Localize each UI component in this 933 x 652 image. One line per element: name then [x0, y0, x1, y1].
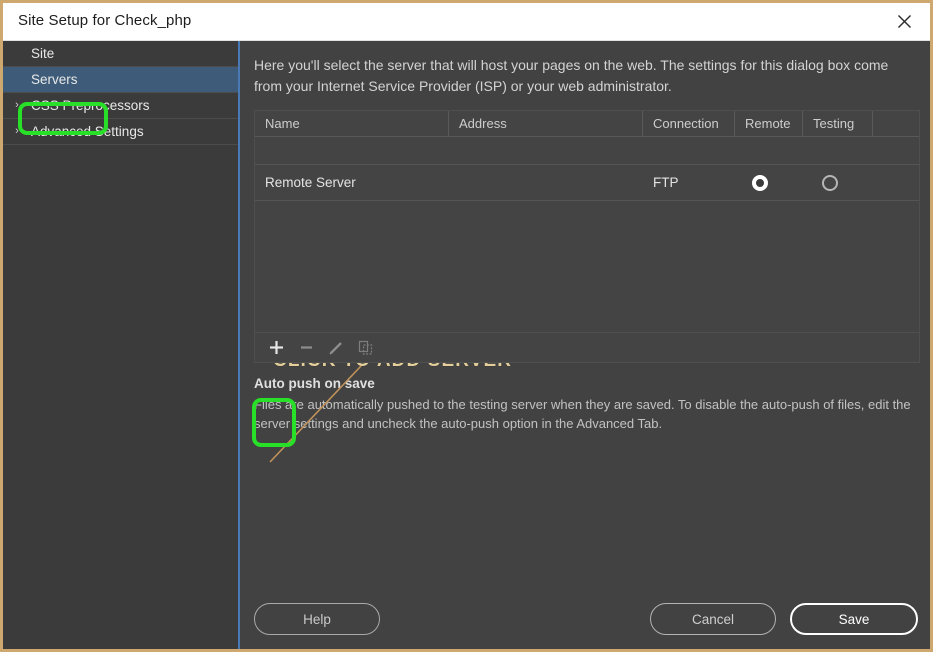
- sidebar-item-label: Advanced Settings: [31, 124, 144, 139]
- cancel-button[interactable]: Cancel: [650, 603, 776, 635]
- cell-server-connection: FTP: [653, 175, 679, 190]
- add-server-button[interactable]: [261, 334, 291, 362]
- cell-server-testing[interactable]: [803, 174, 873, 191]
- remote-radio-selected[interactable]: [752, 174, 768, 191]
- table-row[interactable]: Remote Server FTP: [255, 165, 919, 201]
- pencil-icon: [329, 341, 342, 355]
- site-setup-dialog: Site Setup for Check_php Site Servers › …: [3, 3, 930, 649]
- page-title: Site Setup for Check_php: [18, 12, 192, 29]
- duplicate-icon: [358, 340, 373, 355]
- duplicate-server-button[interactable]: [351, 334, 381, 362]
- edit-server-button[interactable]: [321, 334, 351, 362]
- table-body: Remote Server FTP: [255, 137, 919, 463]
- help-button[interactable]: Help: [254, 603, 380, 635]
- servers-table-toolbar: [254, 333, 920, 363]
- auto-push-section: Auto push on save Files are automaticall…: [254, 376, 926, 433]
- chevron-right-icon[interactable]: ›: [3, 126, 31, 137]
- auto-push-description: Files are automatically pushed to the te…: [254, 397, 911, 431]
- column-header-address[interactable]: Address: [449, 110, 643, 137]
- column-header-spacer: [873, 111, 919, 137]
- sidebar-item-label: Site: [31, 46, 55, 61]
- column-header-connection[interactable]: Connection: [643, 110, 735, 137]
- dialog-footer: Help Cancel Save: [238, 603, 930, 635]
- column-header-testing[interactable]: Testing: [803, 110, 873, 137]
- sidebar-item-css-preprocessors[interactable]: › CSS Preprocessors: [3, 93, 238, 119]
- auto-push-title: Auto push on save: [254, 376, 375, 391]
- sidebar-item-servers[interactable]: Servers: [3, 67, 238, 93]
- save-button[interactable]: Save: [790, 603, 918, 635]
- remove-server-button[interactable]: [291, 334, 321, 362]
- servers-table: Name Address Connection Remote Testing R…: [254, 110, 920, 463]
- column-header-name[interactable]: Name: [255, 110, 449, 137]
- dialog-body: Site Servers › CSS Preprocessors › Advan…: [3, 41, 930, 649]
- sidebar-item-label: Servers: [31, 72, 78, 87]
- dialog-titlebar: Site Setup for Check_php: [3, 3, 930, 41]
- sidebar-item-site[interactable]: Site: [3, 41, 238, 67]
- minus-icon: [300, 346, 312, 349]
- table-header-row: Name Address Connection Remote Testing: [255, 110, 919, 137]
- chevron-right-icon[interactable]: ›: [3, 100, 31, 111]
- column-header-remote[interactable]: Remote: [735, 110, 803, 137]
- cell-server-name: Remote Server: [265, 175, 356, 190]
- table-empty-strip: [255, 137, 919, 165]
- screenshot-root: Site Setup for Check_php Site Servers › …: [0, 0, 933, 652]
- sidebar-item-advanced-settings[interactable]: › Advanced Settings: [3, 119, 238, 145]
- pane-divider: [238, 41, 240, 649]
- intro-description: Here you'll select the server that will …: [254, 57, 889, 94]
- sidebar-item-label: CSS Preprocessors: [31, 98, 150, 113]
- testing-radio-unselected[interactable]: [822, 174, 838, 191]
- close-icon[interactable]: [882, 3, 926, 40]
- plus-icon: [269, 341, 283, 354]
- sidebar: Site Servers › CSS Preprocessors › Advan…: [3, 41, 238, 649]
- servers-panel: Here you'll select the server that will …: [238, 41, 930, 649]
- cell-server-remote[interactable]: [735, 174, 803, 191]
